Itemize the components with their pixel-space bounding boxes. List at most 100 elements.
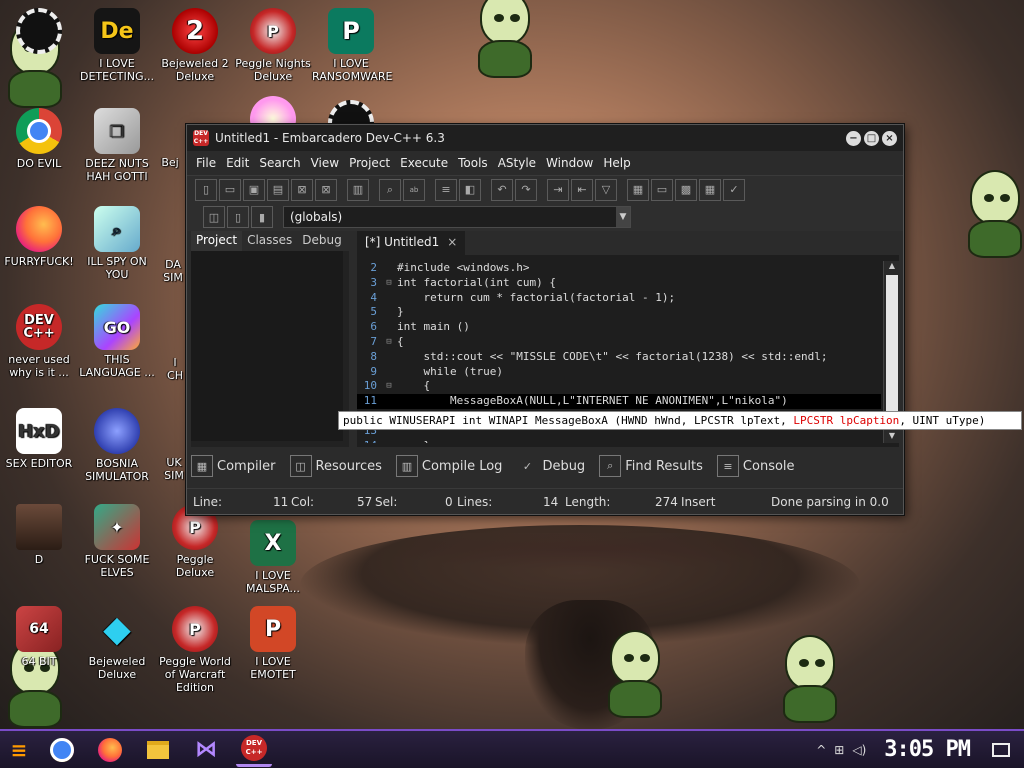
tab-debug[interactable]: Debug: [297, 231, 346, 251]
code-line[interactable]: 5}: [357, 305, 881, 320]
scope-dropdown[interactable]: (globals) ▼: [283, 206, 631, 228]
taskbar-visual-studio[interactable]: ⋈: [188, 733, 224, 767]
close-all-icon[interactable]: ⊠: [315, 178, 337, 201]
title-bar[interactable]: DEV C++ Untitled1 - Embarcadero Dev-C++ …: [187, 125, 903, 151]
desktop-icon-64bit[interactable]: 64 64 BIT: [0, 606, 78, 668]
redo-icon[interactable]: ↷: [515, 178, 537, 201]
tab-classes[interactable]: Classes: [242, 231, 297, 251]
add-to-project-icon[interactable]: ◫: [203, 206, 225, 228]
tab-untitled1[interactable]: [*] Untitled1 ×: [357, 231, 466, 255]
close-button[interactable]: ×: [882, 130, 897, 146]
layout-panel-icon[interactable]: ▩: [675, 178, 697, 201]
menu-window[interactable]: Window: [541, 156, 598, 170]
code-line[interactable]: 9 while (true): [357, 365, 881, 380]
devcpp-window[interactable]: DEV C++ Untitled1 - Embarcadero Dev-C++ …: [186, 124, 904, 515]
save-all-icon[interactable]: ▤: [267, 178, 289, 201]
desktop-icon-peggle-wow[interactable]: P Peggle World of Warcraft Edition: [156, 606, 234, 694]
desktop-icon-elves[interactable]: ✦ FUCK SOME ELVES: [78, 504, 156, 579]
menu-tools[interactable]: Tools: [453, 156, 493, 170]
tab-find-results[interactable]: ⌕ Find Results: [599, 455, 703, 477]
fold-marker-icon[interactable]: [381, 305, 397, 320]
fold-marker-icon[interactable]: [381, 291, 397, 306]
unindent-icon[interactable]: ⇤: [571, 178, 593, 201]
tab-compile-log[interactable]: ▥ Compile Log: [395, 455, 502, 477]
desktop-icon-emotet[interactable]: PI LOVE EMOTET: [234, 606, 312, 681]
menu-astyle[interactable]: AStyle: [493, 156, 541, 170]
bookmark-icon[interactable]: ▯: [227, 206, 249, 228]
tab-debug-output[interactable]: ✓ Debug: [516, 455, 585, 477]
scroll-down-icon[interactable]: ▼: [884, 431, 900, 443]
taskbar-chrome[interactable]: [44, 733, 80, 767]
menu-execute[interactable]: Execute: [395, 156, 453, 170]
desktop-icon-peggle-deluxe[interactable]: P Peggle Deluxe: [156, 504, 234, 579]
menu-help[interactable]: Help: [598, 156, 635, 170]
desktop-icon-detecting[interactable]: De I LOVE DETECTING...: [78, 8, 156, 83]
replace-icon[interactable]: ab: [403, 178, 425, 201]
tab-console[interactable]: ≡ Console: [716, 455, 795, 477]
toggle-bookmark-icon[interactable]: ◧: [459, 178, 481, 201]
desktop-icon-chrome[interactable]: DO EVIL: [0, 108, 78, 170]
close-file-icon[interactable]: ⊠: [291, 178, 313, 201]
fold-marker-icon[interactable]: [381, 394, 397, 409]
code-line[interactable]: 3 ⊟ int factorial(int cum) {: [357, 276, 881, 291]
tab-resources[interactable]: ◫ Resources: [289, 455, 382, 477]
code-line[interactable]: 10 ⊟ {: [357, 379, 881, 394]
desktop-icon-bejeweled2[interactable]: 2 Bejeweled 2 Deluxe: [156, 8, 234, 83]
comment-icon[interactable]: ▽: [595, 178, 617, 201]
scroll-thumb[interactable]: [886, 275, 898, 425]
desktop-icon-peggle-nights[interactable]: P Peggle Nights Deluxe: [234, 8, 312, 83]
clock[interactable]: 3:05 PM: [884, 737, 971, 762]
code-line[interactable]: 6 int main (): [357, 320, 881, 335]
open-folder-icon[interactable]: ▭: [219, 178, 241, 201]
desktop-icon-bejeweled-deluxe[interactable]: ◆ Bejeweled Deluxe: [78, 606, 156, 681]
fold-marker-icon[interactable]: ⊟: [381, 379, 397, 394]
bookmarks-icon[interactable]: ▮: [251, 206, 273, 228]
goto-line-icon[interactable]: ≡: [435, 178, 457, 201]
menu-project[interactable]: Project: [344, 156, 395, 170]
scroll-up-icon[interactable]: ▲: [884, 261, 900, 273]
notification-icon[interactable]: [992, 742, 1010, 757]
start-button[interactable]: ≡: [0, 732, 38, 768]
tab-project[interactable]: Project: [191, 231, 243, 251]
menu-view[interactable]: View: [306, 156, 344, 170]
desktop-icon-bosnia[interactable]: BOSNIA SIMULATOR: [78, 408, 156, 483]
close-tab-icon[interactable]: ×: [447, 235, 457, 249]
taskbar-firefox[interactable]: [92, 733, 128, 767]
network-icon[interactable]: ⊞: [834, 743, 844, 757]
fold-marker-icon[interactable]: [381, 320, 397, 335]
maximize-button[interactable]: □: [864, 130, 879, 146]
project-tree[interactable]: [191, 251, 343, 441]
minimize-button[interactable]: −: [846, 130, 861, 146]
desktop-icon-ransomware[interactable]: PI LOVE RANSOMWARE: [312, 8, 392, 83]
indent-icon[interactable]: ⇥: [547, 178, 569, 201]
fold-marker-icon[interactable]: ⊟: [381, 276, 397, 291]
print-icon[interactable]: ▥: [347, 178, 369, 201]
desktop-icon-goland[interactable]: GO THIS LANGUAGE ...: [78, 304, 156, 379]
menu-file[interactable]: File: [191, 156, 221, 170]
desktop-icon-hxd[interactable]: HxD SEX EDITOR: [0, 408, 78, 470]
chevron-up-icon[interactable]: ^: [816, 743, 826, 757]
fold-marker-icon[interactable]: [381, 365, 397, 380]
code-line[interactable]: 4 return cum * factorial(factorial - 1);: [357, 291, 881, 306]
code-line[interactable]: 7 ⊟{: [357, 335, 881, 350]
taskbar-devcpp[interactable]: DEV C++: [236, 733, 272, 767]
save-icon[interactable]: ▣: [243, 178, 265, 201]
fold-marker-icon[interactable]: [381, 439, 397, 443]
code-line[interactable]: 11 MessageBoxA(NULL,L"INTERNET NE ANONIM…: [357, 394, 881, 409]
new-file-icon[interactable]: ▯: [195, 178, 217, 201]
check-icon[interactable]: ✓: [723, 178, 745, 201]
layout-window-icon[interactable]: ▭: [651, 178, 673, 201]
layout-grid-icon[interactable]: ▦: [627, 178, 649, 201]
menu-search[interactable]: Search: [254, 156, 305, 170]
undo-icon[interactable]: ↶: [491, 178, 513, 201]
fold-marker-icon[interactable]: ⊟: [381, 335, 397, 350]
taskbar-explorer[interactable]: [140, 733, 176, 767]
desktop-icon-devcpp[interactable]: DEV C++ never used why is it ...: [0, 304, 78, 379]
desktop-icon-spy[interactable]: ⌕ ILL SPY ON YOU: [78, 206, 156, 281]
layout-tiles-icon[interactable]: ▦: [699, 178, 721, 201]
tab-compiler[interactable]: ▦ Compiler: [191, 455, 276, 477]
desktop-icon-recycle[interactable]: [0, 8, 78, 57]
desktop-icon-deez[interactable]: ❐ DEEZ NUTS HAH GOTTI: [78, 108, 156, 183]
desktop-label-bej[interactable]: Bej: [150, 156, 190, 169]
fold-marker-icon[interactable]: [381, 350, 397, 365]
